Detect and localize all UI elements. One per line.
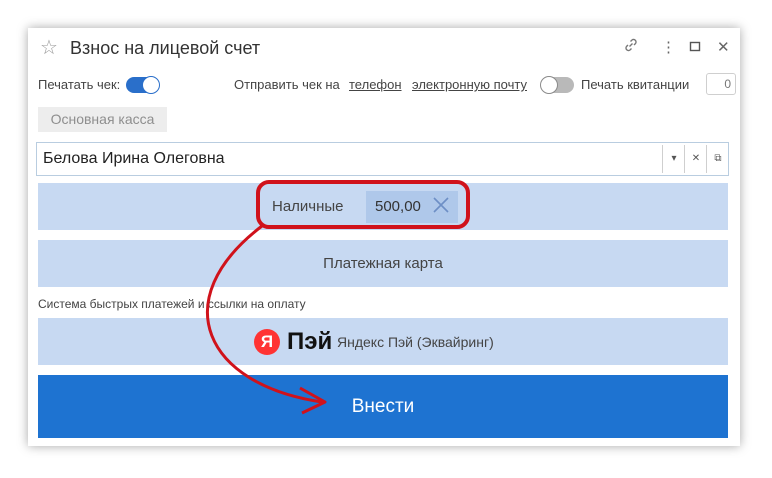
cash-amount: 500,00: [375, 198, 421, 215]
yandex-logo-icon: Я: [254, 329, 280, 355]
submit-button[interactable]: Внести: [38, 375, 728, 438]
payer-value: Белова Ирина Олеговна: [43, 150, 225, 167]
maximize-icon[interactable]: [689, 37, 701, 59]
favorite-star-icon[interactable]: ☆: [40, 36, 58, 60]
payment-dialog: ☆ Взнос на лицевой счет ⋮ ✕ Печатать чек…: [28, 28, 740, 446]
receipt-count-input[interactable]: 0: [706, 73, 736, 95]
payer-field[interactable]: Белова Ирина Олеговна ▾ ✕ ⧉: [36, 142, 729, 176]
open-icon[interactable]: ⧉: [706, 145, 729, 173]
close-icon[interactable]: ✕: [717, 37, 730, 59]
send-check-label: Отправить чек на: [234, 77, 340, 92]
yandex-pay-label: Яндекс Пэй (Эквайринг): [337, 334, 494, 350]
print-check-label: Печатать чек:: [38, 77, 121, 92]
dropdown-icon[interactable]: ▾: [662, 145, 685, 173]
send-email-link[interactable]: электронную почту: [412, 77, 527, 92]
link-icon[interactable]: [623, 37, 639, 60]
print-receipt-toggle[interactable]: [540, 76, 574, 94]
print-check-toggle[interactable]: [126, 76, 160, 94]
clear-icon[interactable]: ✕: [684, 145, 707, 173]
yandex-pay-button[interactable]: Я Пэй Яндекс Пэй (Эквайринг): [38, 318, 728, 365]
yandex-pay-logo-text: Пэй: [287, 328, 333, 355]
cash-label: Наличные: [272, 198, 344, 215]
clear-amount-icon[interactable]: [432, 196, 450, 219]
title-bar: ☆ Взнос на лицевой счет ⋮ ✕: [28, 28, 740, 68]
window-title: Взнос на лицевой счет: [70, 38, 261, 58]
check-options-row: Печатать чек: Отправить чек на телефон э…: [38, 73, 736, 97]
print-receipt-label: Печать квитанции: [581, 77, 690, 92]
more-menu-icon[interactable]: ⋮: [661, 37, 676, 59]
cash-payment-button[interactable]: Наличные 500,00: [38, 183, 728, 230]
cash-amount-field[interactable]: 500,00: [366, 191, 458, 223]
cashbox-button[interactable]: Основная касса: [38, 107, 167, 132]
sbp-section-label: Система быстрых платежей и ссылки на опл…: [38, 297, 306, 311]
send-phone-link[interactable]: телефон: [349, 77, 402, 92]
card-payment-button[interactable]: Платежная карта: [38, 240, 728, 287]
